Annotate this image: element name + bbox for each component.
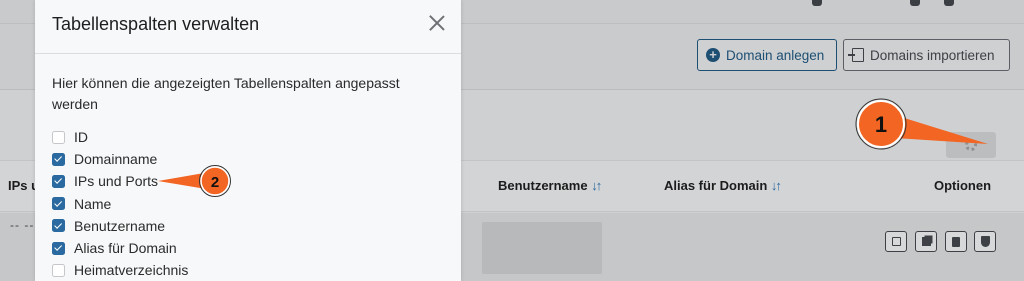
modal-title: Tabellenspalten verwalten bbox=[52, 14, 260, 34]
manage-columns-modal: Tabellenspalten verwalten Hier können di… bbox=[35, 0, 461, 281]
close-icon[interactable] bbox=[426, 12, 448, 34]
top-bar-icon[interactable] bbox=[910, 0, 920, 6]
file-button[interactable] bbox=[945, 231, 967, 252]
column-checkbox[interactable] bbox=[52, 219, 65, 233]
modal-description: Hier können die angezeigten Tabellenspal… bbox=[52, 75, 400, 112]
edit-button[interactable] bbox=[885, 231, 907, 252]
create-domain-button[interactable]: + Domain anlegen bbox=[697, 39, 837, 71]
column-checkbox[interactable] bbox=[52, 263, 65, 277]
column-option-label: ID bbox=[74, 129, 88, 146]
column-option[interactable]: Heimatverzeichnis bbox=[52, 259, 188, 281]
row-placeholder-text: -- -- bbox=[10, 218, 35, 232]
shield-button[interactable] bbox=[974, 231, 996, 252]
top-bar-icon[interactable] bbox=[944, 0, 954, 6]
column-checkbox[interactable] bbox=[52, 174, 65, 188]
column-checkbox[interactable] bbox=[52, 152, 65, 166]
file-import-icon bbox=[848, 48, 864, 62]
sort-icon[interactable]: ↓↑ bbox=[591, 178, 602, 193]
column-option[interactable]: Benutzername bbox=[52, 215, 188, 237]
top-bar-icon[interactable] bbox=[812, 0, 822, 6]
column-header-options: Optionen bbox=[934, 178, 992, 193]
column-option-label: Heimatverzeichnis bbox=[74, 262, 189, 279]
sort-icon[interactable]: ↓↑ bbox=[771, 178, 782, 193]
column-header-username[interactable]: Benutzername ↓↑ bbox=[498, 178, 602, 193]
column-option[interactable]: Alias für Domain bbox=[52, 237, 188, 259]
copy-button[interactable] bbox=[915, 231, 937, 252]
import-domains-label: Domains importieren bbox=[870, 47, 995, 63]
column-option[interactable]: Domainname bbox=[52, 148, 188, 170]
column-option-label: Name bbox=[74, 195, 112, 212]
file-icon bbox=[952, 236, 960, 247]
annotation-number-1: 1 bbox=[875, 112, 887, 137]
gear-icon bbox=[965, 139, 977, 151]
column-checkbox[interactable] bbox=[52, 197, 65, 211]
column-option-label: Alias für Domain bbox=[74, 240, 177, 257]
modal-header: Tabellenspalten verwalten bbox=[35, 0, 461, 54]
column-option-label: IPs und Ports bbox=[74, 173, 159, 190]
copy-icon bbox=[921, 237, 931, 246]
column-settings-button[interactable] bbox=[946, 132, 996, 158]
column-checkbox[interactable] bbox=[52, 241, 65, 255]
column-option-label: Domainname bbox=[74, 151, 158, 168]
circle-plus-icon: + bbox=[706, 48, 720, 62]
column-option[interactable]: IPs und Ports bbox=[52, 170, 188, 192]
import-domains-button[interactable]: Domains importieren bbox=[843, 39, 1010, 71]
column-option-label: Benutzername bbox=[74, 217, 166, 234]
column-option[interactable]: ID bbox=[52, 126, 188, 148]
create-domain-label: Domain anlegen bbox=[726, 47, 825, 63]
column-header-alias[interactable]: Alias für Domain ↓↑ bbox=[664, 178, 782, 193]
edit-icon bbox=[891, 237, 901, 246]
annotation-badge-1 bbox=[857, 100, 905, 148]
column-checkbox-list: ID Domainname IPs und Ports Name Benutzernam… bbox=[52, 126, 188, 281]
shield-icon bbox=[980, 236, 990, 247]
column-option[interactable]: Name bbox=[52, 193, 188, 215]
row-cell-placeholder bbox=[482, 222, 602, 274]
column-checkbox[interactable] bbox=[52, 130, 65, 144]
